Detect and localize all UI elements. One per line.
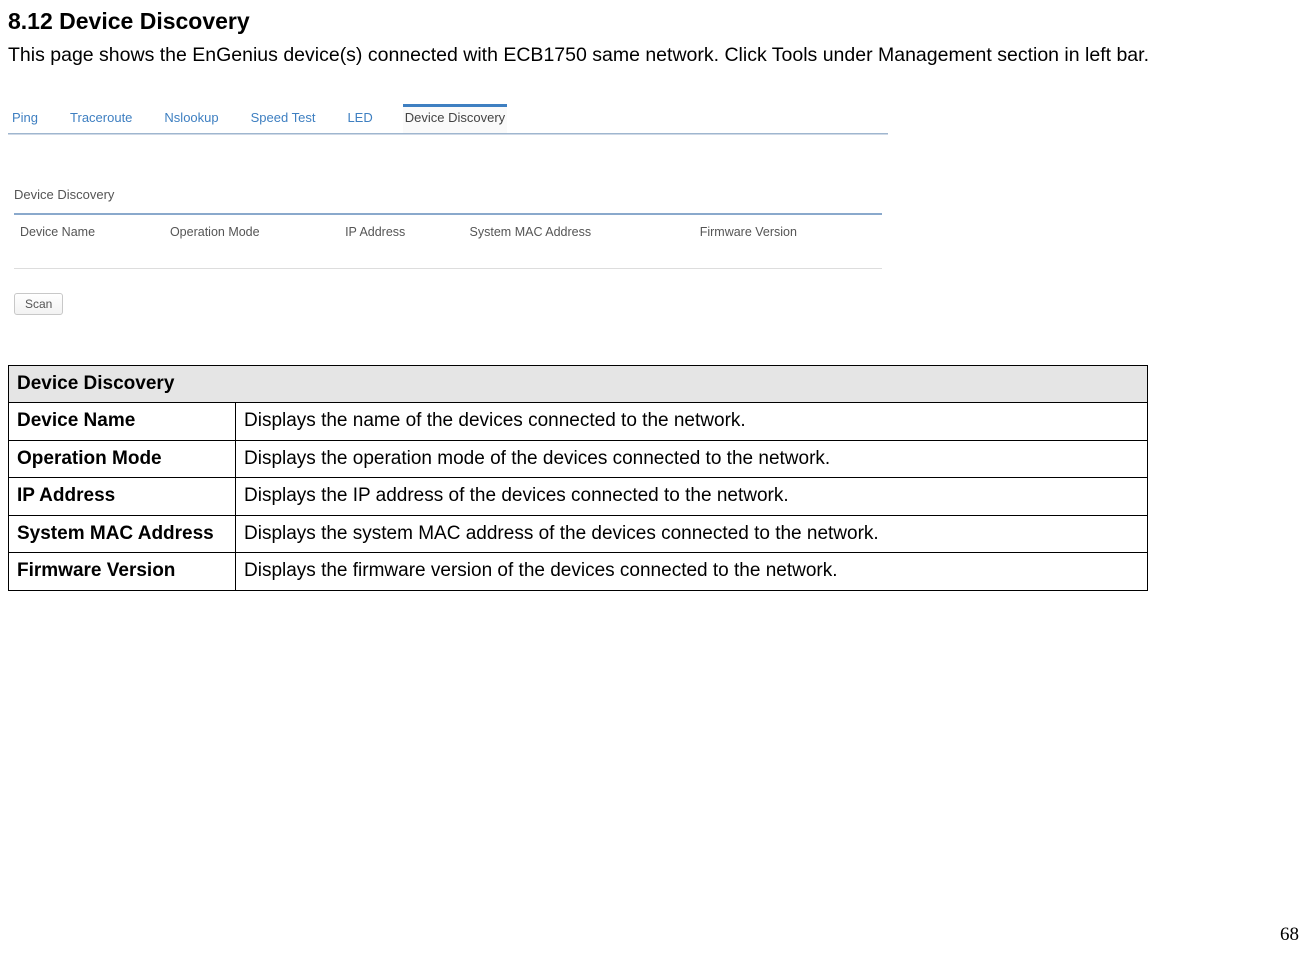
tab-speed-test[interactable]: Speed Test xyxy=(249,104,318,134)
tab-device-discovery[interactable]: Device Discovery xyxy=(403,104,507,134)
section-intro: This page shows the EnGenius device(s) c… xyxy=(8,41,1298,70)
desc-operation-mode: Displays the operation mode of the devic… xyxy=(236,440,1148,478)
term-system-mac: System MAC Address xyxy=(9,515,236,553)
col-firmware-version: Firmware Version xyxy=(694,214,882,268)
section-heading: 8.12 Device Discovery xyxy=(8,4,1298,39)
desc-device-name: Displays the name of the devices connect… xyxy=(236,403,1148,441)
panel-title: Device Discovery xyxy=(14,185,882,205)
tools-tabs: Ping Traceroute Nslookup Speed Test LED … xyxy=(8,100,888,134)
table-row: Device Name Displays the name of the dev… xyxy=(9,403,1148,441)
col-operation-mode: Operation Mode xyxy=(164,214,339,268)
device-discovery-table: Device Name Operation Mode IP Address Sy… xyxy=(14,213,882,269)
col-ip-address: IP Address xyxy=(339,214,463,268)
tab-led[interactable]: LED xyxy=(345,104,374,134)
tools-panel: Ping Traceroute Nslookup Speed Test LED … xyxy=(8,100,888,325)
col-system-mac: System MAC Address xyxy=(464,214,694,268)
scan-button[interactable]: Scan xyxy=(14,293,63,315)
term-device-name: Device Name xyxy=(9,403,236,441)
table-row: Operation Mode Displays the operation mo… xyxy=(9,440,1148,478)
term-ip-address: IP Address xyxy=(9,478,236,516)
tab-traceroute[interactable]: Traceroute xyxy=(68,104,134,134)
table-row: System MAC Address Displays the system M… xyxy=(9,515,1148,553)
table-row: IP Address Displays the IP address of th… xyxy=(9,478,1148,516)
page-number: 68 xyxy=(1280,921,1299,950)
col-device-name: Device Name xyxy=(14,214,164,268)
definition-table: Device Discovery Device Name Displays th… xyxy=(8,365,1148,591)
table-row: Firmware Version Displays the firmware v… xyxy=(9,553,1148,591)
tab-nslookup[interactable]: Nslookup xyxy=(162,104,220,134)
definition-table-header: Device Discovery xyxy=(9,365,1148,403)
desc-system-mac: Displays the system MAC address of the d… xyxy=(236,515,1148,553)
term-operation-mode: Operation Mode xyxy=(9,440,236,478)
term-firmware-version: Firmware Version xyxy=(9,553,236,591)
desc-firmware-version: Displays the firmware version of the dev… xyxy=(236,553,1148,591)
tab-ping[interactable]: Ping xyxy=(10,104,40,134)
desc-ip-address: Displays the IP address of the devices c… xyxy=(236,478,1148,516)
